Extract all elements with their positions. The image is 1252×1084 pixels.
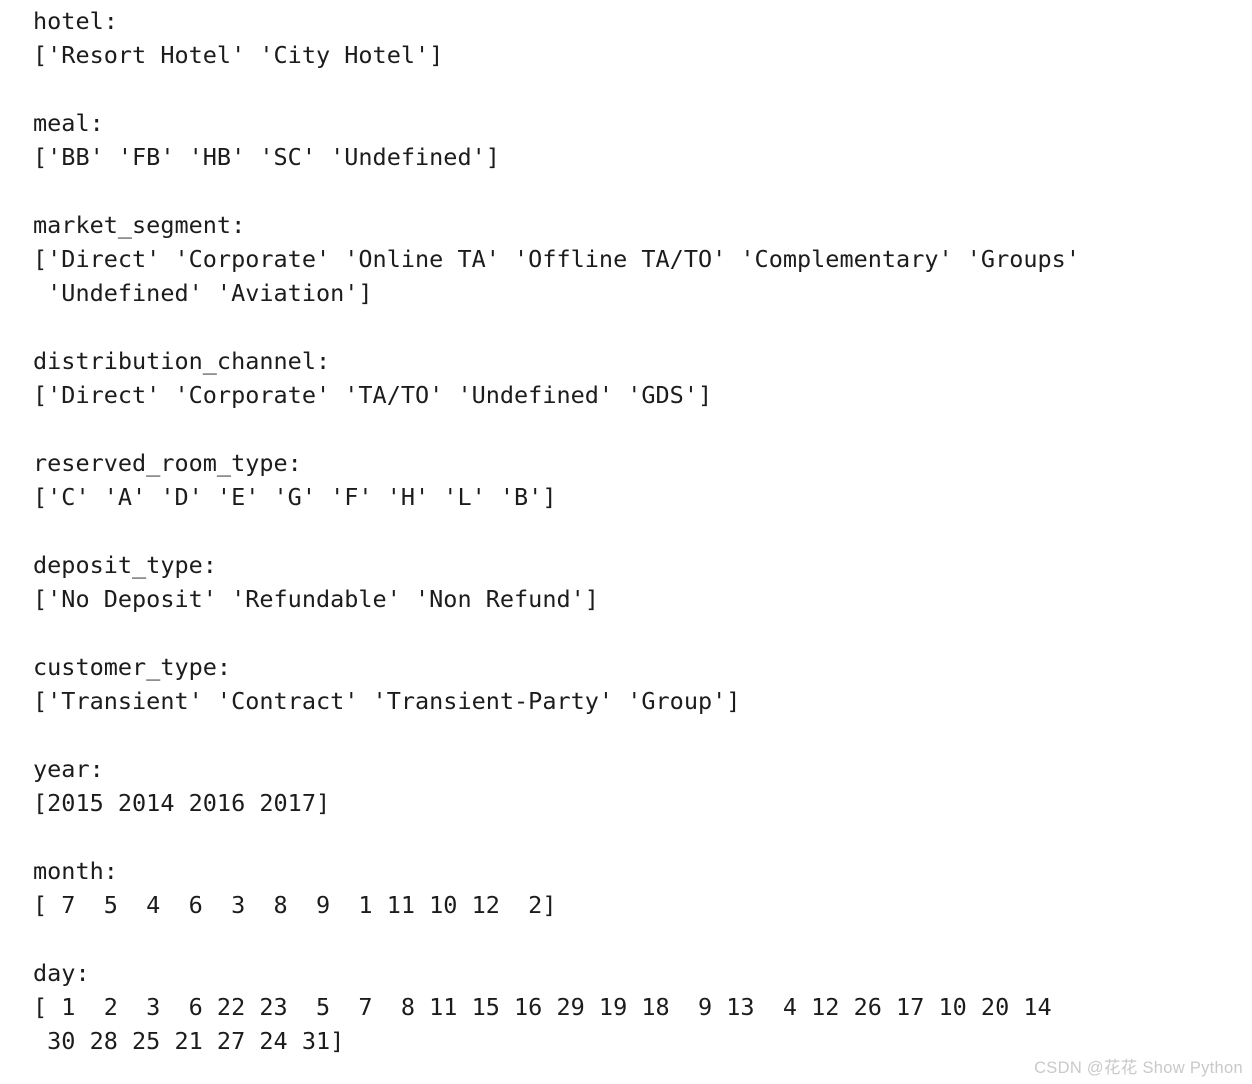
column-name-label: market_segment: — [33, 211, 246, 239]
unique-values-line: [ 1 2 3 6 22 23 5 7 8 11 15 16 29 19 18 … — [33, 993, 1052, 1021]
column-name-label: meal: — [33, 109, 104, 137]
output-block-hotel: hotel: ['Resort Hotel' 'City Hotel'] — [33, 4, 1243, 72]
output-block-market_segment: market_segment: ['Direct' 'Corporate' 'On… — [33, 208, 1243, 310]
unique-values-line: ['Direct' 'Corporate' 'Online TA' 'Offli… — [33, 245, 1080, 273]
unique-values-line: ['BB' 'FB' 'HB' 'SC' 'Undefined'] — [33, 143, 500, 171]
output-block-year: year: [2015 2014 2016 2017] — [33, 752, 1243, 820]
column-name-label: distribution_channel: — [33, 347, 331, 375]
unique-values-line: ['Direct' 'Corporate' 'TA/TO' 'Undefined… — [33, 381, 713, 409]
output-block-day: day: [ 1 2 3 6 22 23 5 7 8 11 15 16 29 19… — [33, 956, 1243, 1058]
column-name-label: year: — [33, 755, 104, 783]
unique-values-line: ['Transient' 'Contract' 'Transient-Party… — [33, 687, 741, 715]
output-block-deposit_type: deposit_type: ['No Deposit' 'Refundable' … — [33, 548, 1243, 616]
output-block-month: month: [ 7 5 4 6 3 8 9 1 11 10 12 2] — [33, 854, 1243, 922]
column-name-label: day: — [33, 959, 90, 987]
unique-values-line: ['No Deposit' 'Refundable' 'Non Refund'] — [33, 585, 599, 613]
column-name-label: reserved_room_type: — [33, 449, 302, 477]
column-name-label: month: — [33, 857, 118, 885]
output-block-customer_type: customer_type: ['Transient' 'Contract' 'T… — [33, 650, 1243, 718]
output-block-reserved_room_type: reserved_room_type: ['C' 'A' 'D' 'E' 'G' … — [33, 446, 1243, 514]
unique-values-line: [2015 2014 2016 2017] — [33, 789, 331, 817]
output-block-meal: meal: ['BB' 'FB' 'HB' 'SC' 'Undefined'] — [33, 106, 1243, 174]
column-name-label: hotel: — [33, 7, 118, 35]
unique-values-line: 'Undefined' 'Aviation'] — [33, 279, 373, 307]
console-output: hotel: ['Resort Hotel' 'City Hotel'] meal:… — [33, 4, 1243, 1058]
unique-values-line: [ 7 5 4 6 3 8 9 1 11 10 12 2] — [33, 891, 557, 919]
unique-values-line: ['C' 'A' 'D' 'E' 'G' 'F' 'H' 'L' 'B'] — [33, 483, 557, 511]
unique-values-line: ['Resort Hotel' 'City Hotel'] — [33, 41, 444, 69]
csdn-watermark: CSDN @花花 Show Python — [1034, 1059, 1243, 1077]
column-name-label: deposit_type: — [33, 551, 217, 579]
unique-values-line: 30 28 25 21 27 24 31] — [33, 1027, 345, 1055]
column-name-label: customer_type: — [33, 653, 232, 681]
output-block-distribution_channel: distribution_channel: ['Direct' 'Corporat… — [33, 344, 1243, 412]
